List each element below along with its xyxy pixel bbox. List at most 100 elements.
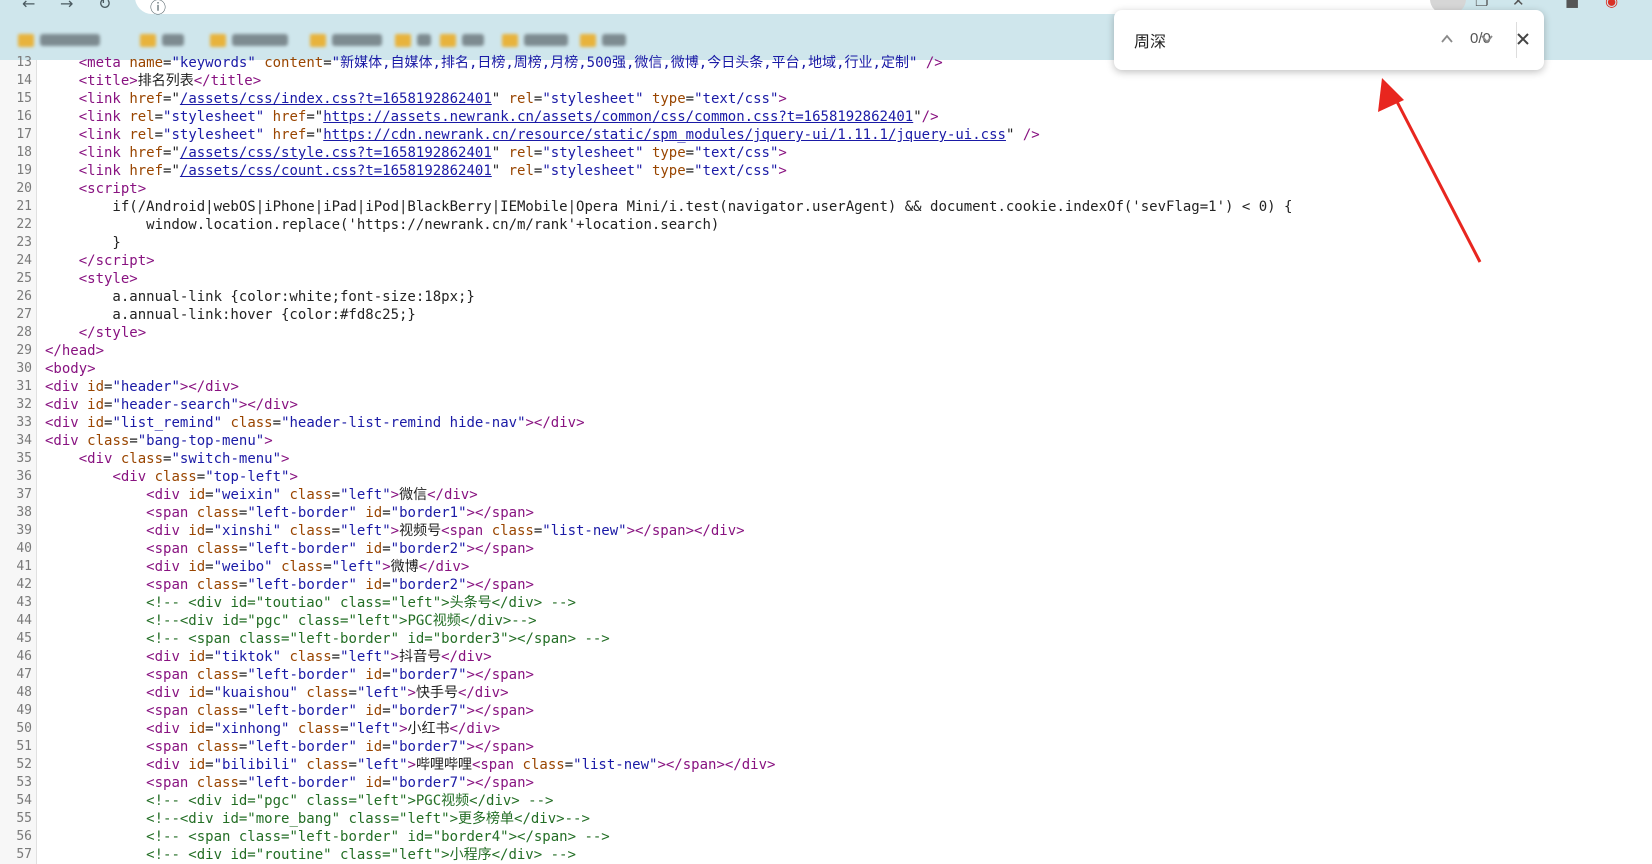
code-text: <link href="/assets/css/index.css?t=1658…: [78, 91, 787, 107]
line-number: 39: [16, 523, 32, 538]
code-line: 38 <span class="left-border" id="border1…: [0, 504, 1652, 522]
restore-window-icon[interactable]: ❐: [1475, 0, 1488, 10]
code-text: <script>: [78, 181, 147, 197]
line-number: 19: [16, 163, 32, 178]
code-line: 30 <body>: [0, 360, 1652, 378]
code-line: 21 if(/Android|webOS|iPhone|iPad|iPod|Bl…: [0, 198, 1652, 216]
code-text: <span class="left-border" id="border7"><…: [146, 667, 534, 683]
forward-arrow-icon[interactable]: →: [60, 0, 73, 13]
site-info-icon[interactable]: ⓘ: [150, 0, 166, 18]
code-line: 33 <div id="list_remind" class="header-li…: [0, 414, 1652, 432]
code-line: 43 <!-- <div id="toutiao" class="left">头…: [0, 594, 1652, 612]
code-line: 18 <link href="/assets/css/style.css?t=1…: [0, 144, 1652, 162]
code-text: </style>: [78, 325, 147, 341]
line-number: 17: [16, 127, 32, 142]
code-text: <div id="xinshi" class="left">视频号<span c…: [146, 523, 745, 539]
code-text: <link href="/assets/css/count.css?t=1658…: [78, 163, 787, 179]
code-text: window.location.replace('https://newrank…: [45, 217, 720, 233]
code-line: 31 <div id="header"></div>: [0, 378, 1652, 396]
code-text: <div class="top-left">: [112, 469, 298, 485]
code-text: <div class="bang-top-menu">: [45, 433, 273, 449]
code-line: 50 <div id="xinhong" class="left">小红书</d…: [0, 720, 1652, 738]
line-number: 49: [16, 703, 32, 718]
code-text: a.annual-link:hover {color:#fd8c25;}: [45, 307, 416, 323]
line-number: 33: [16, 415, 32, 430]
find-input[interactable]: [1132, 26, 1386, 54]
bookmark-label-blurred: [524, 34, 568, 46]
bookmark-item[interactable]: [440, 30, 484, 50]
code-text: <div id="bilibili" class="left">哔哩哔哩<spa…: [146, 757, 776, 773]
bookmark-item[interactable]: [210, 30, 288, 50]
code-text: <!-- <div id="toutiao" class="left">头条号<…: [146, 595, 576, 611]
bookmark-label-blurred: [602, 34, 626, 46]
code-text: if(/Android|webOS|iPhone|iPad|iPod|Black…: [45, 199, 1293, 215]
line-number: 54: [16, 793, 32, 808]
folder-icon: [210, 33, 226, 47]
line-number: 48: [16, 685, 32, 700]
code-line: 44 <!--<div id="pgc" class="left">PGC视频<…: [0, 612, 1652, 630]
code-line: 36 <div class="top-left">: [0, 468, 1652, 486]
code-line: 39 <div id="xinshi" class="left">视频号<spa…: [0, 522, 1652, 540]
bookmark-label-blurred: [332, 34, 382, 46]
bookmark-label-blurred: [417, 34, 431, 46]
code-line: 17 <link rel="stylesheet" href="https://…: [0, 126, 1652, 144]
code-line: 40 <span class="left-border" id="border2…: [0, 540, 1652, 558]
code-text: <div id="tiktok" class="left">抖音号</div>: [146, 649, 492, 665]
code-text: </head>: [45, 343, 105, 359]
code-text: <span class="left-border" id="border2"><…: [146, 541, 534, 557]
bookmark-item[interactable]: [18, 30, 100, 50]
line-number: 14: [16, 73, 32, 88]
line-number: 50: [16, 721, 32, 736]
code-text: <title>排名列表</title>: [78, 73, 262, 89]
code-line: 25 <style>: [0, 270, 1652, 288]
code-line: 47 <span class="left-border" id="border7…: [0, 666, 1652, 684]
code-line: 29 </head>: [0, 342, 1652, 360]
code-text: <!--<div id="more_bang" class="left">更多榜…: [146, 811, 590, 827]
code-text: <!-- <span class="left-border" id="borde…: [146, 829, 610, 845]
extension-badge-icon[interactable]: ◉: [1605, 0, 1618, 10]
code-line: 26 a.annual-link {color:white;font-size:…: [0, 288, 1652, 306]
find-close-button[interactable]: [1508, 24, 1538, 54]
code-text: <span class="left-border" id="border7"><…: [146, 775, 534, 791]
bookmark-item[interactable]: [140, 30, 184, 50]
code-line: 16 <link rel="stylesheet" href="https://…: [0, 108, 1652, 126]
code-text: <link href="/assets/css/style.css?t=1658…: [78, 145, 787, 161]
code-line: 20 <script>: [0, 180, 1652, 198]
line-number: 35: [16, 451, 32, 466]
reload-icon[interactable]: ↻: [98, 0, 111, 13]
bookmark-item[interactable]: [580, 30, 626, 50]
code-text: <div id="kuaishou" class="left">快手号</div…: [146, 685, 509, 701]
line-number: 31: [16, 379, 32, 394]
back-arrow-icon[interactable]: ←: [22, 0, 35, 13]
folder-icon: [502, 33, 518, 47]
bookmark-label-blurred: [40, 34, 100, 46]
code-line: 56 <!-- <span class="left-border" id="bo…: [0, 828, 1652, 846]
code-line: 57 <!-- <div id="routine" class="left">小…: [0, 846, 1652, 864]
code-line: 35 <div class="switch-menu">: [0, 450, 1652, 468]
line-number: 30: [16, 361, 32, 376]
folder-icon: [440, 33, 456, 47]
page-source-view: 13 <meta name="keywords" content="新媒体,自媒…: [0, 55, 1652, 864]
code-text: </script>: [78, 253, 155, 269]
close-window-icon[interactable]: ✕: [1512, 0, 1525, 10]
code-line: 22 window.location.replace('https://newr…: [0, 216, 1652, 234]
bookmark-label-blurred: [162, 34, 184, 46]
folder-icon: [395, 33, 411, 47]
code-line: 32 <div id="header-search"></div>: [0, 396, 1652, 414]
line-number: 45: [16, 631, 32, 646]
find-next-button[interactable]: [1472, 24, 1502, 54]
code-text: <span class="left-border" id="border7"><…: [146, 703, 534, 719]
code-line: 15 <link href="/assets/css/index.css?t=1…: [0, 90, 1652, 108]
line-number: 57: [16, 847, 32, 862]
find-prev-button[interactable]: [1432, 24, 1462, 54]
bookmark-item[interactable]: [395, 30, 431, 50]
line-number: 41: [16, 559, 32, 574]
extension-icon[interactable]: ■: [1565, 0, 1579, 10]
line-number: 25: [16, 271, 32, 286]
code-text: <body>: [45, 361, 96, 377]
bookmark-item[interactable]: [310, 30, 382, 50]
folder-icon: [580, 33, 596, 47]
code-line: 51 <span class="left-border" id="border7…: [0, 738, 1652, 756]
code-line: 52 <div id="bilibili" class="left">哔哩哔哩<…: [0, 756, 1652, 774]
bookmark-item[interactable]: [502, 30, 568, 50]
